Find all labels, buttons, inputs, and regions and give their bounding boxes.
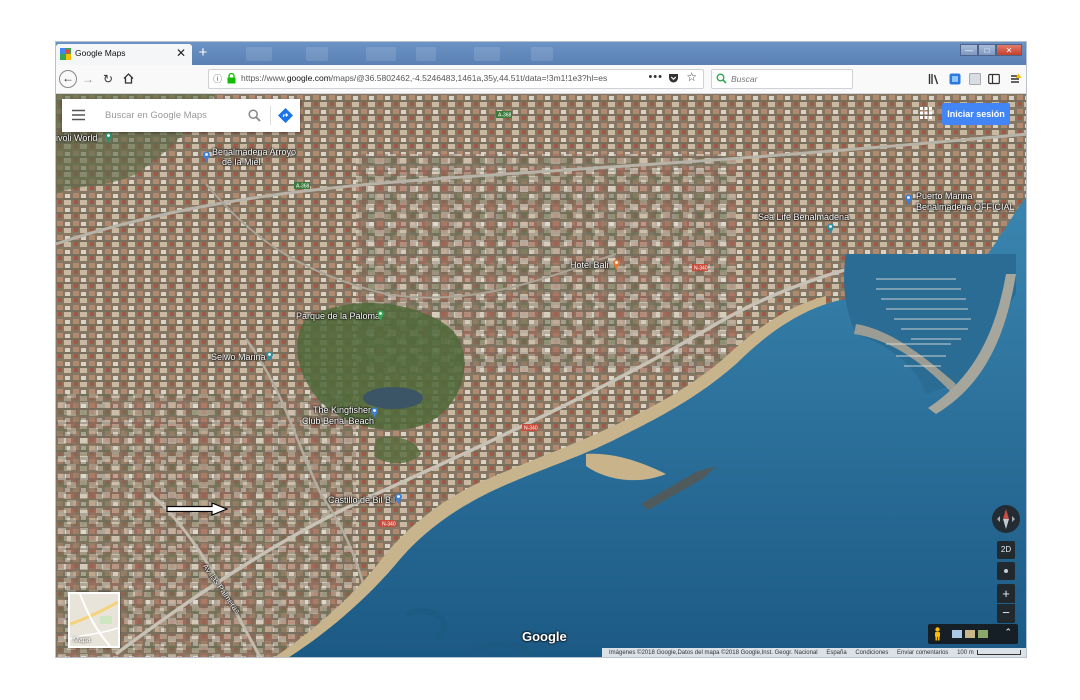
window-controls: — □ ✕ <box>960 44 1022 57</box>
place-label[interactable]: Puerto Marina <box>916 191 973 201</box>
new-tab-button[interactable]: + <box>196 44 210 62</box>
arrow-annotation-icon <box>166 502 228 516</box>
satellite-map[interactable]: A-368 A-368 N-340 N-340 N-340 Buscar en … <box>56 94 1026 657</box>
place-label[interactable]: Benalmádena Arroyo <box>212 147 296 157</box>
forward-button[interactable]: → <box>80 70 96 88</box>
google-maps-favicon-icon <box>60 48 71 60</box>
place-label[interactable]: Selwo Marina <box>211 352 266 362</box>
sign-in-button[interactable]: Iniciar sesión <box>942 103 1010 125</box>
place-label[interactable]: ivoli World <box>56 133 97 143</box>
view-2d-button[interactable]: 2D <box>997 541 1015 559</box>
tilt-icon <box>1004 569 1008 573</box>
close-window-button[interactable]: ✕ <box>996 44 1022 56</box>
pocket-icon[interactable] <box>668 73 679 84</box>
place-label[interactable]: Parque de la Paloma <box>296 311 380 321</box>
country-link[interactable]: España <box>826 650 846 656</box>
extension-icon[interactable] <box>949 73 961 85</box>
place-pin-icon[interactable] <box>826 222 835 234</box>
place-label[interactable]: Hotel Bali <box>570 260 609 270</box>
maps-search-box <box>62 99 300 132</box>
terms-link[interactable]: Condiciones <box>855 650 888 656</box>
expand-imagery-icon[interactable]: ⌃ <box>1004 627 1012 638</box>
road-label: N-340 <box>694 266 708 272</box>
place-pin-icon[interactable] <box>104 131 113 143</box>
directions-icon[interactable] <box>278 108 293 123</box>
browser-window: Google Maps ✕ + — □ ✕ ← → ↻ ⓘ https://ww… <box>55 41 1027 658</box>
background-window-strip <box>531 47 553 61</box>
hamburger-menu-icon[interactable] <box>72 109 85 121</box>
extension-icon[interactable] <box>969 73 981 85</box>
menu-icon[interactable] <box>1010 73 1022 85</box>
info-icon[interactable]: ⓘ <box>213 72 225 84</box>
browser-search-input[interactable] <box>731 70 849 88</box>
tab-title: Google Maps <box>75 48 126 58</box>
imagery-thumbnail[interactable] <box>952 630 962 638</box>
url-bar[interactable]: ⓘ https://www.google.com/maps/@36.580246… <box>208 69 704 89</box>
place-pin-icon[interactable] <box>394 492 403 504</box>
library-icon[interactable] <box>928 73 940 85</box>
sidebar-icon[interactable] <box>988 73 1000 85</box>
map-type-toggle[interactable]: Mapa <box>68 592 120 648</box>
navigation-toolbar: ← → ↻ ⓘ https://www.google.com/maps/@36.… <box>56 65 1026 94</box>
background-window-strip <box>306 47 328 61</box>
pegman-icon[interactable] <box>933 627 942 641</box>
compass-button[interactable] <box>992 505 1020 533</box>
place-label[interactable]: The Kingfisher <box>313 405 371 415</box>
tab-google-maps[interactable]: Google Maps ✕ <box>56 44 192 65</box>
imagery-bar: ⌃ <box>928 624 1018 644</box>
minimize-button[interactable]: — <box>960 44 978 56</box>
tab-close-icon[interactable]: ✕ <box>176 46 186 60</box>
imagery-thumbnail[interactable] <box>965 630 975 638</box>
maps-search-input[interactable] <box>105 99 245 132</box>
place-label[interactable]: Sea Life Benalmádena <box>758 212 849 222</box>
google-logo: Google <box>522 629 567 644</box>
search-engine-icon[interactable] <box>716 73 727 84</box>
url-text[interactable]: https://www.google.com/maps/@36.5802462,… <box>241 73 607 83</box>
google-apps-icon[interactable] <box>920 107 932 119</box>
home-button[interactable] <box>120 70 136 88</box>
road-label: N-340 <box>524 426 538 432</box>
background-window-strip <box>474 47 500 61</box>
lock-icon <box>227 73 236 84</box>
minimap-label: Mapa <box>73 637 91 644</box>
map-attribution-bar: Imágenes ©2018 Google,Datos del mapa ©20… <box>602 648 1026 657</box>
maximize-button[interactable]: □ <box>978 44 996 56</box>
place-pin-icon[interactable] <box>202 150 211 162</box>
scale-bar <box>976 649 1021 655</box>
place-label[interactable]: Club Benal Beach <box>302 416 374 426</box>
imagery-thumbnail[interactable] <box>978 630 988 638</box>
compass-icon <box>997 509 1015 529</box>
road-label: N-340 <box>382 522 396 528</box>
reload-button[interactable]: ↻ <box>100 70 116 88</box>
place-pin-icon[interactable] <box>612 258 621 270</box>
zoom-in-button[interactable]: + <box>997 584 1015 603</box>
road-label: A-368 <box>296 184 310 190</box>
background-window-strip <box>246 47 272 61</box>
park-pin-icon[interactable] <box>376 309 385 321</box>
home-icon <box>123 73 133 84</box>
place-label[interactable]: de la Miel <box>222 157 261 167</box>
place-pin-icon[interactable] <box>904 193 913 205</box>
background-window-strip <box>416 47 436 61</box>
place-label[interactable]: Benalmádena OFFICIAL <box>916 202 1015 212</box>
tilt-button[interactable] <box>997 562 1015 580</box>
place-pin-icon[interactable] <box>265 350 274 362</box>
page-actions-button[interactable]: ••• <box>648 71 663 83</box>
feedback-link[interactable]: Enviar comentarios <box>897 650 948 656</box>
satellite-imagery: A-368 A-368 N-340 N-340 N-340 <box>56 94 1026 657</box>
search-icon[interactable] <box>248 109 261 122</box>
bookmark-star-icon[interactable]: ☆ <box>686 70 697 84</box>
back-button[interactable]: ← <box>59 70 77 88</box>
divider <box>270 106 271 125</box>
zoom-out-button[interactable]: − <box>997 604 1015 623</box>
road-label: A-368 <box>498 113 512 119</box>
scale-label[interactable]: 100 m <box>957 650 974 656</box>
browser-search-bar[interactable] <box>711 69 853 89</box>
background-window-strip <box>366 47 396 61</box>
tab-bar: Google Maps ✕ + — □ ✕ <box>56 42 1026 65</box>
imagery-attribution: Imágenes ©2018 Google,Datos del mapa ©20… <box>609 650 818 656</box>
place-label[interactable]: Castillo de Bil Bil <box>328 495 395 505</box>
